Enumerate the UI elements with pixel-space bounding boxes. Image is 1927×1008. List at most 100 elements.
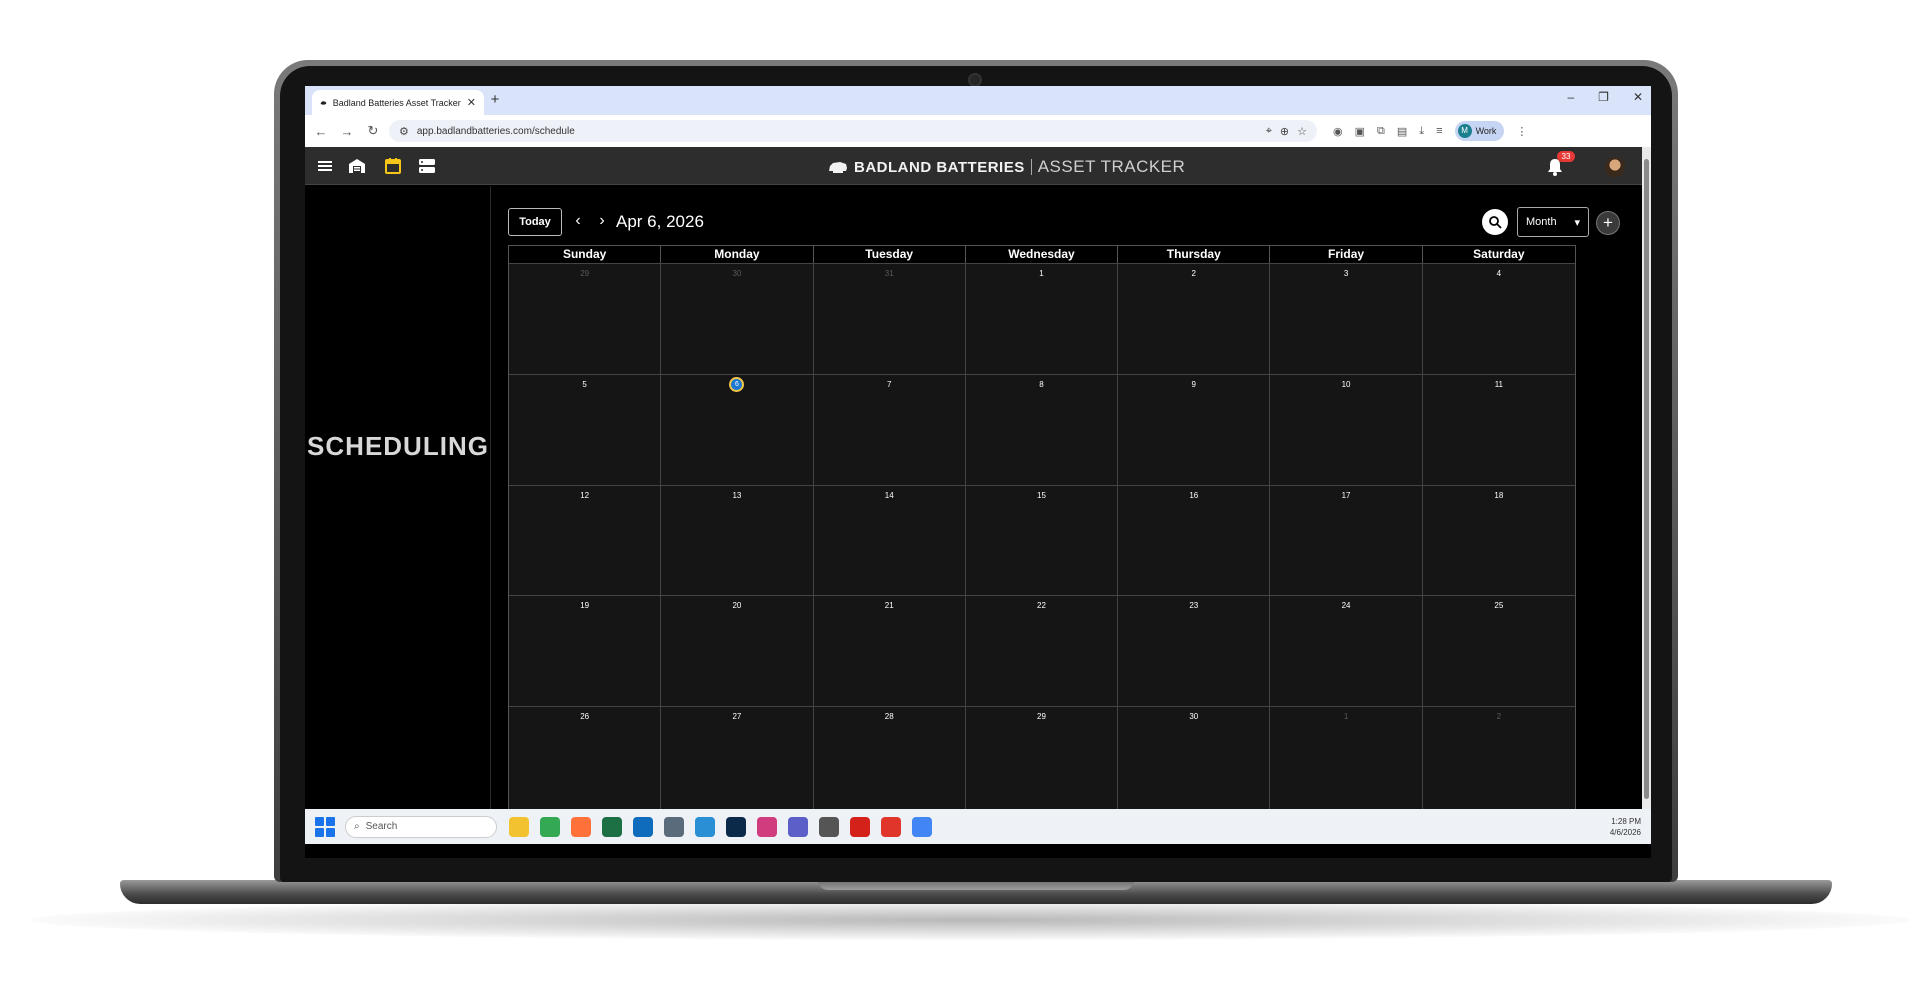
- day-number[interactable]: 21: [814, 600, 965, 612]
- photoshop-icon[interactable]: [726, 816, 746, 837]
- forward-icon[interactable]: →: [337, 124, 357, 139]
- day-cell[interactable]: 13: [661, 484, 814, 596]
- prev-month-button[interactable]: ‹: [568, 210, 588, 232]
- page-scrollbar[interactable]: [1642, 147, 1651, 809]
- day-number[interactable]: 16: [1118, 490, 1269, 502]
- close-window-button[interactable]: ✕: [1633, 90, 1643, 104]
- day-cell[interactable]: 1: [965, 263, 1119, 374]
- notepad-icon[interactable]: [695, 816, 715, 837]
- day-number[interactable]: 29: [966, 711, 1117, 723]
- day-cell[interactable]: 29: [965, 706, 1119, 817]
- acrobat-icon[interactable]: [850, 816, 870, 837]
- day-number[interactable]: 11: [1423, 379, 1575, 391]
- day-number[interactable]: 2: [1423, 711, 1575, 723]
- day-number[interactable]: 14: [814, 490, 965, 502]
- day-cell[interactable]: 23: [1118, 595, 1271, 707]
- snipping-tool-icon[interactable]: [757, 816, 777, 837]
- excel-icon[interactable]: [602, 816, 622, 837]
- day-number[interactable]: 1: [1270, 711, 1421, 723]
- day-cell[interactable]: 4: [1422, 263, 1575, 374]
- restore-button[interactable]: ❐: [1598, 90, 1609, 104]
- day-number[interactable]: 5: [509, 379, 660, 391]
- scrollbar-thumb[interactable]: [1644, 159, 1649, 799]
- day-cell[interactable]: 12: [509, 484, 662, 596]
- next-month-button[interactable]: ›: [592, 210, 612, 232]
- chrome-work-icon[interactable]: [540, 816, 560, 837]
- profile-chip[interactable]: M Work: [1454, 121, 1505, 141]
- media-icon[interactable]: ≡: [1436, 125, 1442, 137]
- day-cell[interactable]: 2: [1422, 706, 1575, 817]
- extension-icon[interactable]: ◉: [1333, 125, 1343, 138]
- day-cell[interactable]: 28: [813, 706, 966, 817]
- day-cell[interactable]: 31: [813, 263, 966, 374]
- day-number[interactable]: 2: [1118, 268, 1269, 280]
- tab-close-icon[interactable]: ✕: [467, 96, 476, 109]
- day-number[interactable]: 30: [1118, 711, 1269, 723]
- chrome-icon[interactable]: [912, 816, 932, 837]
- taskbar-search[interactable]: ⌕ Search: [345, 815, 497, 838]
- minimize-button[interactable]: –: [1567, 90, 1574, 104]
- day-number[interactable]: 30: [661, 268, 812, 280]
- split-view-icon[interactable]: ▤: [1397, 125, 1407, 138]
- calendar-icon[interactable]: [383, 156, 403, 176]
- day-cell[interactable]: 17: [1270, 484, 1423, 596]
- day-cell[interactable]: 16: [1118, 484, 1271, 596]
- day-number[interactable]: 10: [1270, 379, 1421, 391]
- bookmark-star-icon[interactable]: ☆: [1297, 125, 1307, 138]
- back-icon[interactable]: ←: [311, 124, 331, 139]
- today-button[interactable]: Today: [508, 208, 562, 236]
- day-number[interactable]: 22: [966, 600, 1117, 612]
- site-settings-icon[interactable]: ⚙: [399, 125, 409, 138]
- day-number[interactable]: 23: [1118, 600, 1269, 612]
- url-text[interactable]: app.badlandbatteries.com/schedule: [417, 126, 1258, 137]
- firefox-icon[interactable]: [571, 816, 591, 837]
- day-number[interactable]: 29: [509, 268, 660, 280]
- day-cell[interactable]: 26: [509, 706, 662, 817]
- windows-start-icon[interactable]: [315, 816, 335, 837]
- day-number[interactable]: 18: [1423, 490, 1575, 502]
- day-number[interactable]: 3: [1270, 268, 1421, 280]
- outlook-icon[interactable]: [633, 816, 653, 837]
- printer-icon[interactable]: [819, 816, 839, 837]
- day-number[interactable]: 25: [1423, 600, 1575, 612]
- day-number[interactable]: 7: [814, 379, 965, 391]
- day-number[interactable]: 13: [661, 490, 812, 502]
- user-avatar[interactable]: [1605, 157, 1625, 177]
- address-bar[interactable]: ⚙ app.badlandbatteries.com/schedule ⌖ ⊕ …: [389, 120, 1317, 142]
- day-number[interactable]: 28: [814, 711, 965, 723]
- day-number[interactable]: 9: [1118, 379, 1269, 391]
- extension-icon[interactable]: ▣: [1355, 125, 1365, 138]
- day-cell[interactable]: 27: [661, 706, 814, 817]
- day-cell[interactable]: 24: [1270, 595, 1423, 707]
- day-number[interactable]: 20: [661, 600, 812, 612]
- day-cell[interactable]: 18: [1422, 484, 1575, 596]
- menu-icon[interactable]: [315, 156, 335, 176]
- day-cell[interactable]: 8: [965, 373, 1119, 485]
- view-select[interactable]: Month ▾: [1517, 207, 1589, 237]
- day-cell[interactable]: 10: [1270, 373, 1423, 485]
- day-cell[interactable]: 11: [1422, 373, 1575, 485]
- kebab-menu-icon[interactable]: ⋮: [1516, 125, 1527, 138]
- day-cell[interactable]: 21: [813, 595, 966, 707]
- teams-icon[interactable]: [788, 816, 808, 837]
- calculator-icon[interactable]: [664, 816, 684, 837]
- day-cell[interactable]: 22: [965, 595, 1119, 707]
- day-cell[interactable]: 19: [509, 595, 662, 707]
- day-number[interactable]: 6: [729, 376, 745, 392]
- day-number[interactable]: 24: [1270, 600, 1421, 612]
- day-number[interactable]: 27: [661, 711, 812, 723]
- day-number[interactable]: 19: [509, 600, 660, 612]
- day-cell[interactable]: 15: [965, 484, 1119, 596]
- add-event-button[interactable]: +: [1596, 211, 1620, 235]
- location-icon[interactable]: ⌖: [1266, 125, 1272, 138]
- day-number[interactable]: 17: [1270, 490, 1421, 502]
- day-number[interactable]: 26: [509, 711, 660, 723]
- acrobat-reader-icon[interactable]: [881, 816, 901, 837]
- warehouse-icon[interactable]: [347, 156, 367, 176]
- day-cell[interactable]: 7: [813, 373, 966, 485]
- download-icon[interactable]: ⤓: [1419, 125, 1424, 138]
- browser-tab[interactable]: Badland Batteries Asset Tracker ✕: [312, 90, 484, 115]
- day-cell[interactable]: 2: [1118, 263, 1271, 374]
- day-cell[interactable]: 1: [1270, 706, 1423, 817]
- day-cell[interactable]: 5: [509, 373, 662, 485]
